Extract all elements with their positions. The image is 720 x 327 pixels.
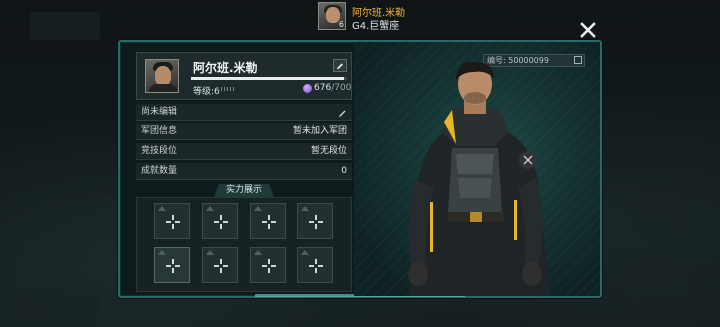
info-row-value: 0 (341, 166, 347, 176)
showcase-slot[interactable] (250, 203, 286, 239)
showcase-slot[interactable] (297, 247, 333, 283)
showcase-title: 实力展示 (214, 184, 274, 197)
slot-corner-icon (158, 206, 166, 211)
info-row-achievements: 成就数量 0 (136, 163, 352, 180)
edit-name-button[interactable] (333, 59, 347, 72)
showcase-slot[interactable] (154, 247, 190, 283)
energy-current: 676 (314, 83, 332, 93)
level-dots (221, 87, 235, 91)
info-row-value: 暂无段位 (310, 146, 347, 156)
add-icon (166, 215, 180, 229)
info-row-label: 军团信息 (141, 126, 178, 136)
slot-corner-icon (254, 206, 262, 211)
add-icon (309, 215, 323, 229)
player-name: 阿尔班.米勒 (193, 61, 258, 75)
slot-corner-icon (301, 250, 309, 255)
xp-bar (191, 77, 347, 80)
showcase-slot[interactable] (154, 203, 190, 239)
add-icon (262, 259, 276, 273)
info-row-rank: 竞技段位 暂无段位 (136, 143, 352, 160)
slot-corner-icon (206, 250, 214, 255)
showcase-slot[interactable] (297, 203, 333, 239)
energy-gem-icon (303, 84, 312, 93)
info-row-label: 尚未编辑 (141, 107, 178, 117)
bg-blurred-button (630, 190, 690, 240)
slot-corner-icon (301, 206, 309, 211)
info-row-legion: 军团信息 暂未加入军团 (136, 123, 352, 140)
showcase-slot[interactable] (202, 247, 238, 283)
header-subtitle: G4.巨蟹座 (352, 21, 400, 32)
info-row-label: 成就数量 (141, 166, 178, 176)
xp-bar-fill (191, 77, 344, 80)
bg-blurred-button (620, 260, 690, 310)
slot-corner-icon (158, 250, 166, 255)
showcase-slot[interactable] (250, 247, 286, 283)
profile-card: 阿尔班.米勒 等级:6 676/700 (136, 52, 352, 100)
add-icon (309, 259, 323, 273)
add-icon (214, 215, 228, 229)
energy-max: /700 (331, 83, 352, 93)
info-row-label: 竞技段位 (141, 146, 178, 156)
add-icon (214, 259, 228, 273)
slot-corner-icon (206, 206, 214, 211)
avatar[interactable] (145, 59, 179, 93)
info-row-signature[interactable]: 尚未编辑 (136, 104, 352, 121)
energy-value: 676/700 (314, 83, 351, 93)
copy-icon[interactable] (574, 56, 582, 64)
bg-blurred-button (10, 290, 100, 320)
showcase-slot[interactable] (202, 203, 238, 239)
slot-corner-icon (254, 250, 262, 255)
close-icon[interactable] (578, 20, 598, 40)
add-icon (166, 259, 180, 273)
header-avatar[interactable]: 6 (318, 2, 346, 30)
info-row-value: 暂未加入军团 (292, 126, 347, 136)
character-portrait (408, 62, 550, 296)
edit-signature-icon[interactable] (338, 108, 347, 117)
bg-blurred-button (30, 12, 100, 40)
add-icon (262, 215, 276, 229)
level-label: 等级:6 (193, 87, 220, 97)
header-level: 6 (338, 20, 344, 29)
